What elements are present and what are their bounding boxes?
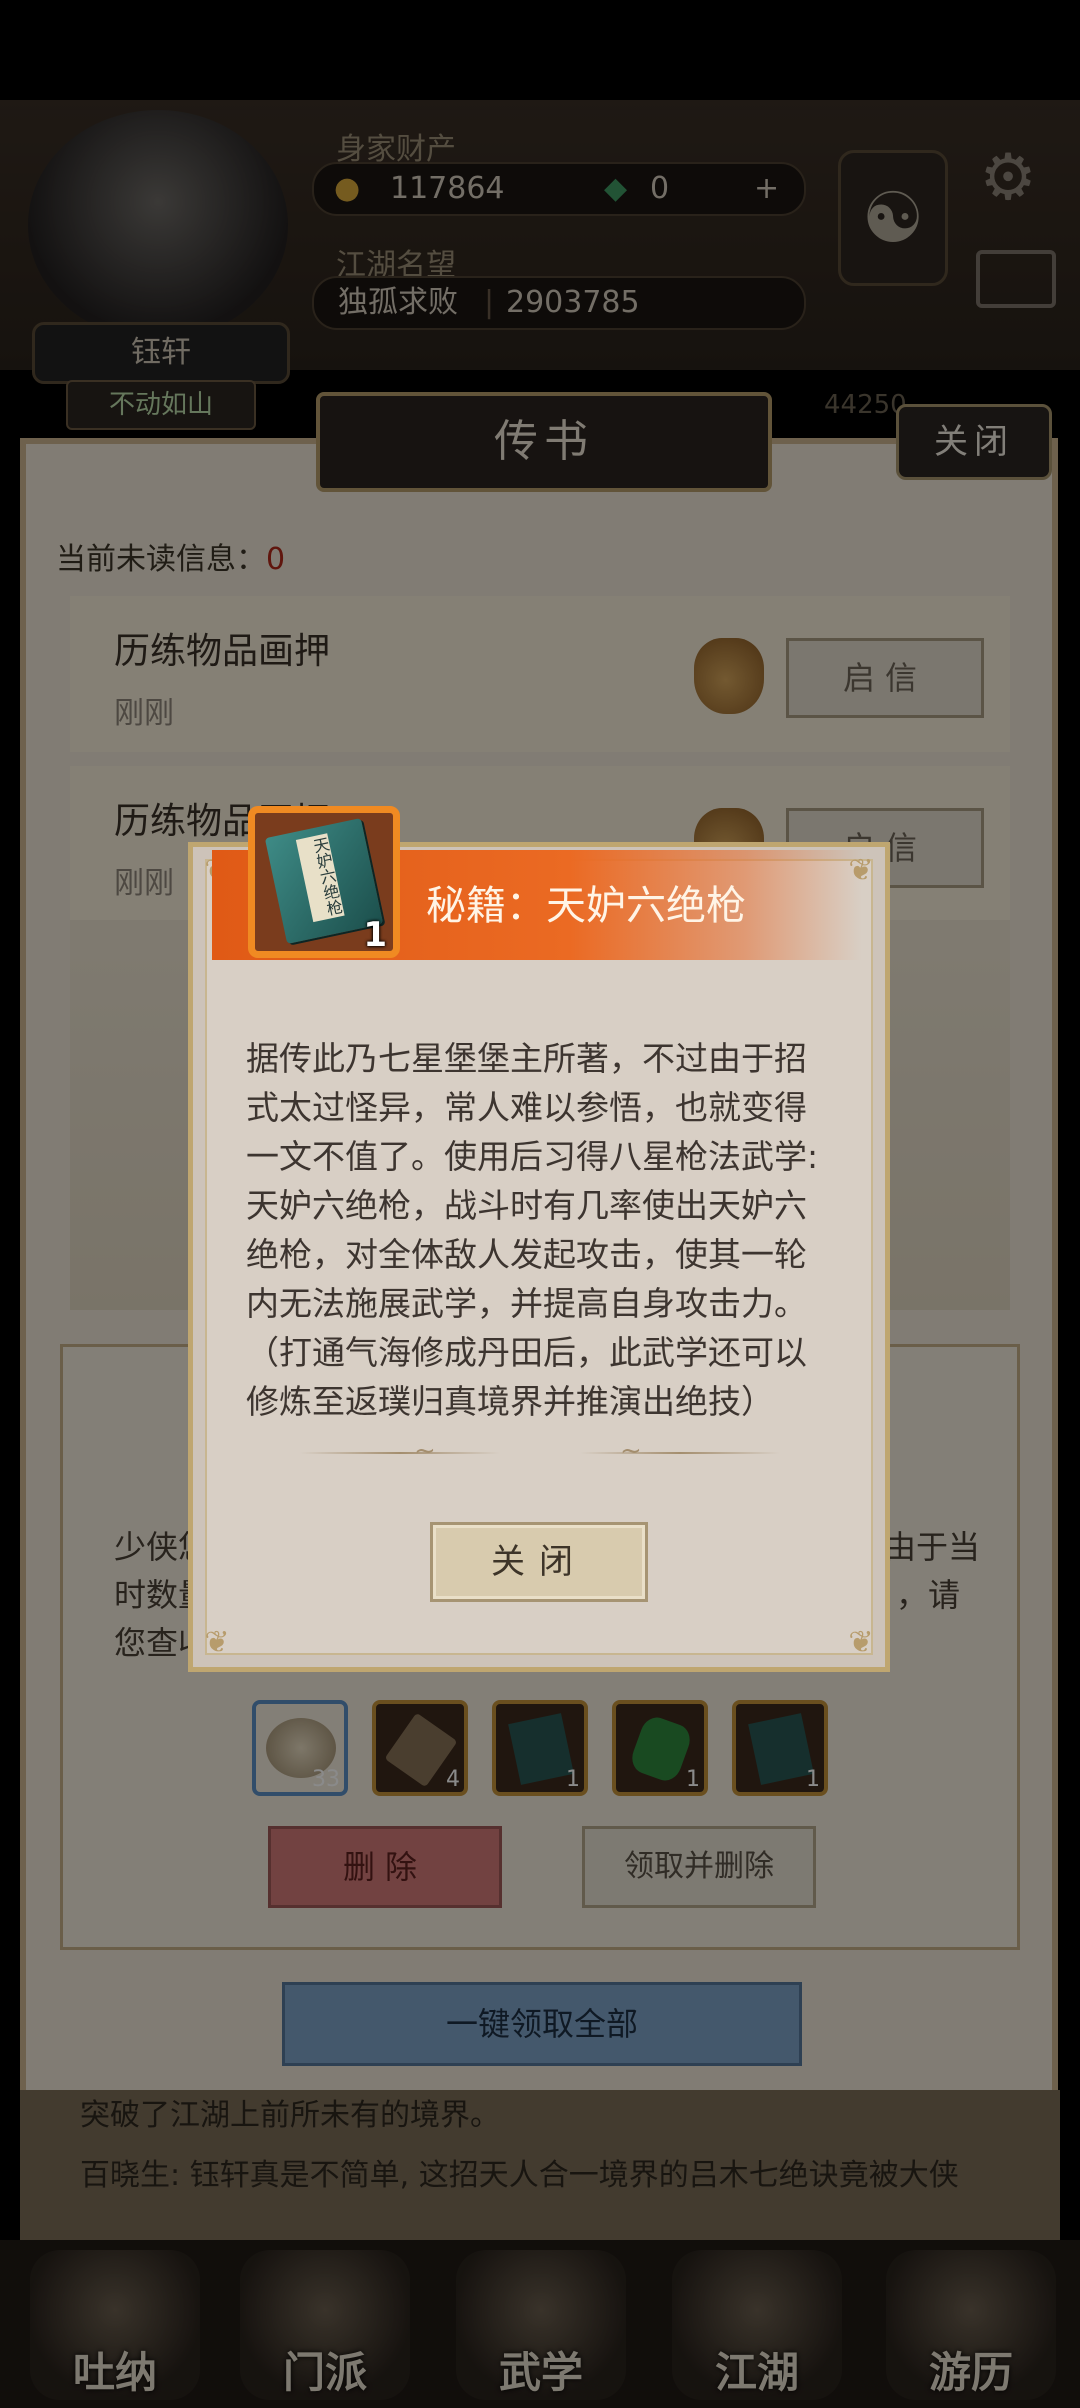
divider-ornament	[580, 1452, 780, 1454]
divider-ornament	[300, 1452, 500, 1454]
swirl-ornament-icon: ~	[620, 1436, 642, 1466]
item-icon-frame: 天妒六绝枪 1	[248, 806, 400, 958]
corner-ornament-icon: ❦	[848, 1625, 874, 1660]
swirl-ornament-icon: ~	[414, 1436, 436, 1466]
item-name: 秘籍：天妒六绝枪	[426, 883, 746, 929]
popup-close-button[interactable]: 关闭	[430, 1522, 648, 1602]
corner-ornament-icon: ❦	[204, 1625, 230, 1660]
item-description: 据传此乃七星堡堡主所著，不过由于招式太过怪异，常人难以参悟，也就变得一文不值了。…	[246, 1039, 819, 1421]
item-count: 1	[363, 915, 387, 955]
book-cover-title: 天妒六绝枪	[295, 833, 345, 923]
